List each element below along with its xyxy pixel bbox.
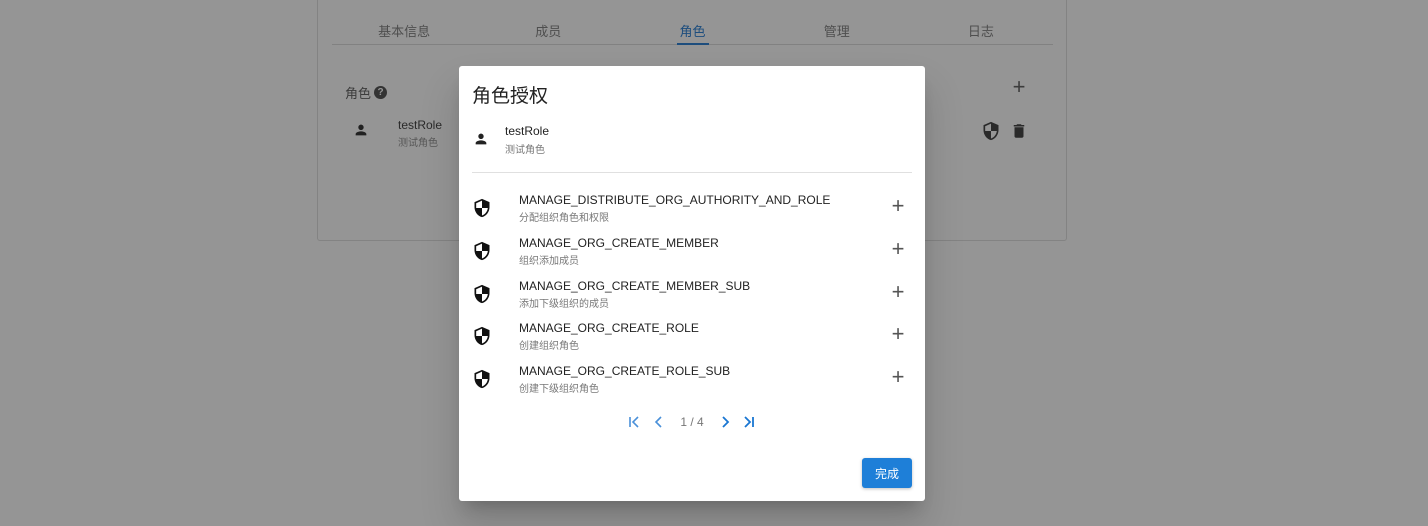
last-page-icon[interactable]: [742, 415, 756, 429]
dialog-role-name: testRole: [505, 124, 550, 138]
done-button[interactable]: 完成: [862, 458, 912, 488]
page: 基本信息 成员 角色 管理 日志 角色 ? + testRole 测试角色 角色…: [0, 0, 1428, 526]
permission-name: MANAGE_ORG_CREATE_MEMBER: [519, 235, 719, 250]
permission-description: 分配组织角色和权限: [519, 213, 609, 224]
permission-item: MANAGE_ORG_CREATE_ROLE 创建组织角色 +: [459, 314, 925, 357]
add-permission-button[interactable]: +: [887, 280, 909, 304]
permission-description: 添加下级组织的成员: [519, 298, 609, 310]
add-permission-button[interactable]: +: [887, 323, 909, 346]
page-indicator: 1 / 4: [680, 415, 704, 429]
shield-icon: [472, 326, 492, 351]
add-permission-button[interactable]: +: [887, 366, 909, 389]
add-permission-button[interactable]: +: [887, 237, 909, 261]
permission-name: MANAGE_ORG_CREATE_MEMBER_SUB: [519, 278, 751, 293]
dialog-role-description: 测试角色: [505, 145, 545, 156]
permission-item: MANAGE_ORG_CREATE_MEMBER_SUB 添加下级组织的成员 +: [459, 272, 925, 315]
next-page-icon[interactable]: [718, 415, 732, 429]
permission-item: MANAGE_DISTRIBUTE_ORG_AUTHORITY_AND_ROLE…: [459, 186, 925, 229]
dialog-title: 角色授权: [472, 86, 549, 107]
shield-icon: [472, 198, 492, 223]
add-permission-button[interactable]: +: [887, 195, 909, 218]
prev-page-icon[interactable]: [652, 415, 666, 429]
permission-name: MANAGE_DISTRIBUTE_ORG_AUTHORITY_AND_ROLE: [519, 193, 831, 207]
permission-name: MANAGE_ORG_CREATE_ROLE: [519, 321, 699, 336]
permission-description: 创建组织角色: [519, 341, 579, 353]
permission-description: 组织添加成员: [519, 255, 579, 267]
shield-icon: [472, 369, 492, 394]
person-icon: [473, 131, 489, 152]
divider: [472, 172, 912, 173]
permission-item: MANAGE_ORG_CREATE_MEMBER 组织添加成员 +: [459, 229, 925, 272]
permission-item: MANAGE_ORG_CREATE_ROLE_SUB 创建下级组织角色 +: [459, 357, 925, 400]
pagination: 1 / 4: [459, 412, 925, 432]
first-page-icon[interactable]: [628, 415, 642, 429]
shield-icon: [472, 241, 492, 266]
permission-list: MANAGE_DISTRIBUTE_ORG_AUTHORITY_AND_ROLE…: [459, 186, 925, 400]
shield-icon: [472, 284, 492, 309]
permission-description: 创建下级组织角色: [519, 384, 599, 396]
role-authorization-dialog: 角色授权 testRole 测试角色 MANAGE_DISTRIBUTE_ORG…: [459, 66, 925, 501]
permission-name: MANAGE_ORG_CREATE_ROLE_SUB: [519, 364, 731, 379]
